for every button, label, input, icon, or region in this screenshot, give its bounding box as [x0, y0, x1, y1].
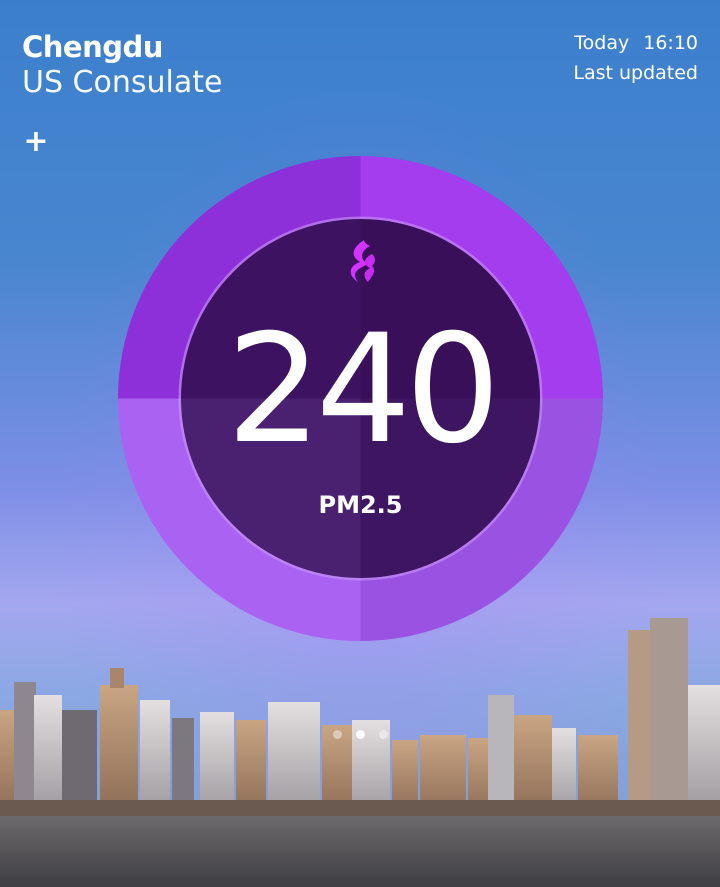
update-timestamp: Today 16:10	[573, 30, 698, 56]
page-dot[interactable]	[378, 730, 388, 739]
update-time: 16:10	[643, 32, 698, 54]
add-location-button[interactable]: +	[22, 127, 50, 157]
update-info: Today 16:10 Last updated	[573, 30, 698, 90]
city-skyline-image	[0, 618, 720, 887]
pollutant-label: PM2.5	[318, 491, 403, 519]
page-indicator[interactable]	[0, 724, 720, 743]
pm25-value: 240	[226, 303, 500, 477]
station-name[interactable]: US Consulate	[22, 64, 222, 102]
update-day: Today	[574, 32, 630, 54]
page-dot-active[interactable]	[355, 730, 365, 739]
city-name[interactable]: Chengdu	[22, 30, 222, 64]
page-dot[interactable]	[332, 730, 342, 739]
last-updated-label: Last updated	[573, 62, 698, 84]
location-header: Chengdu US Consulate	[22, 30, 222, 102]
